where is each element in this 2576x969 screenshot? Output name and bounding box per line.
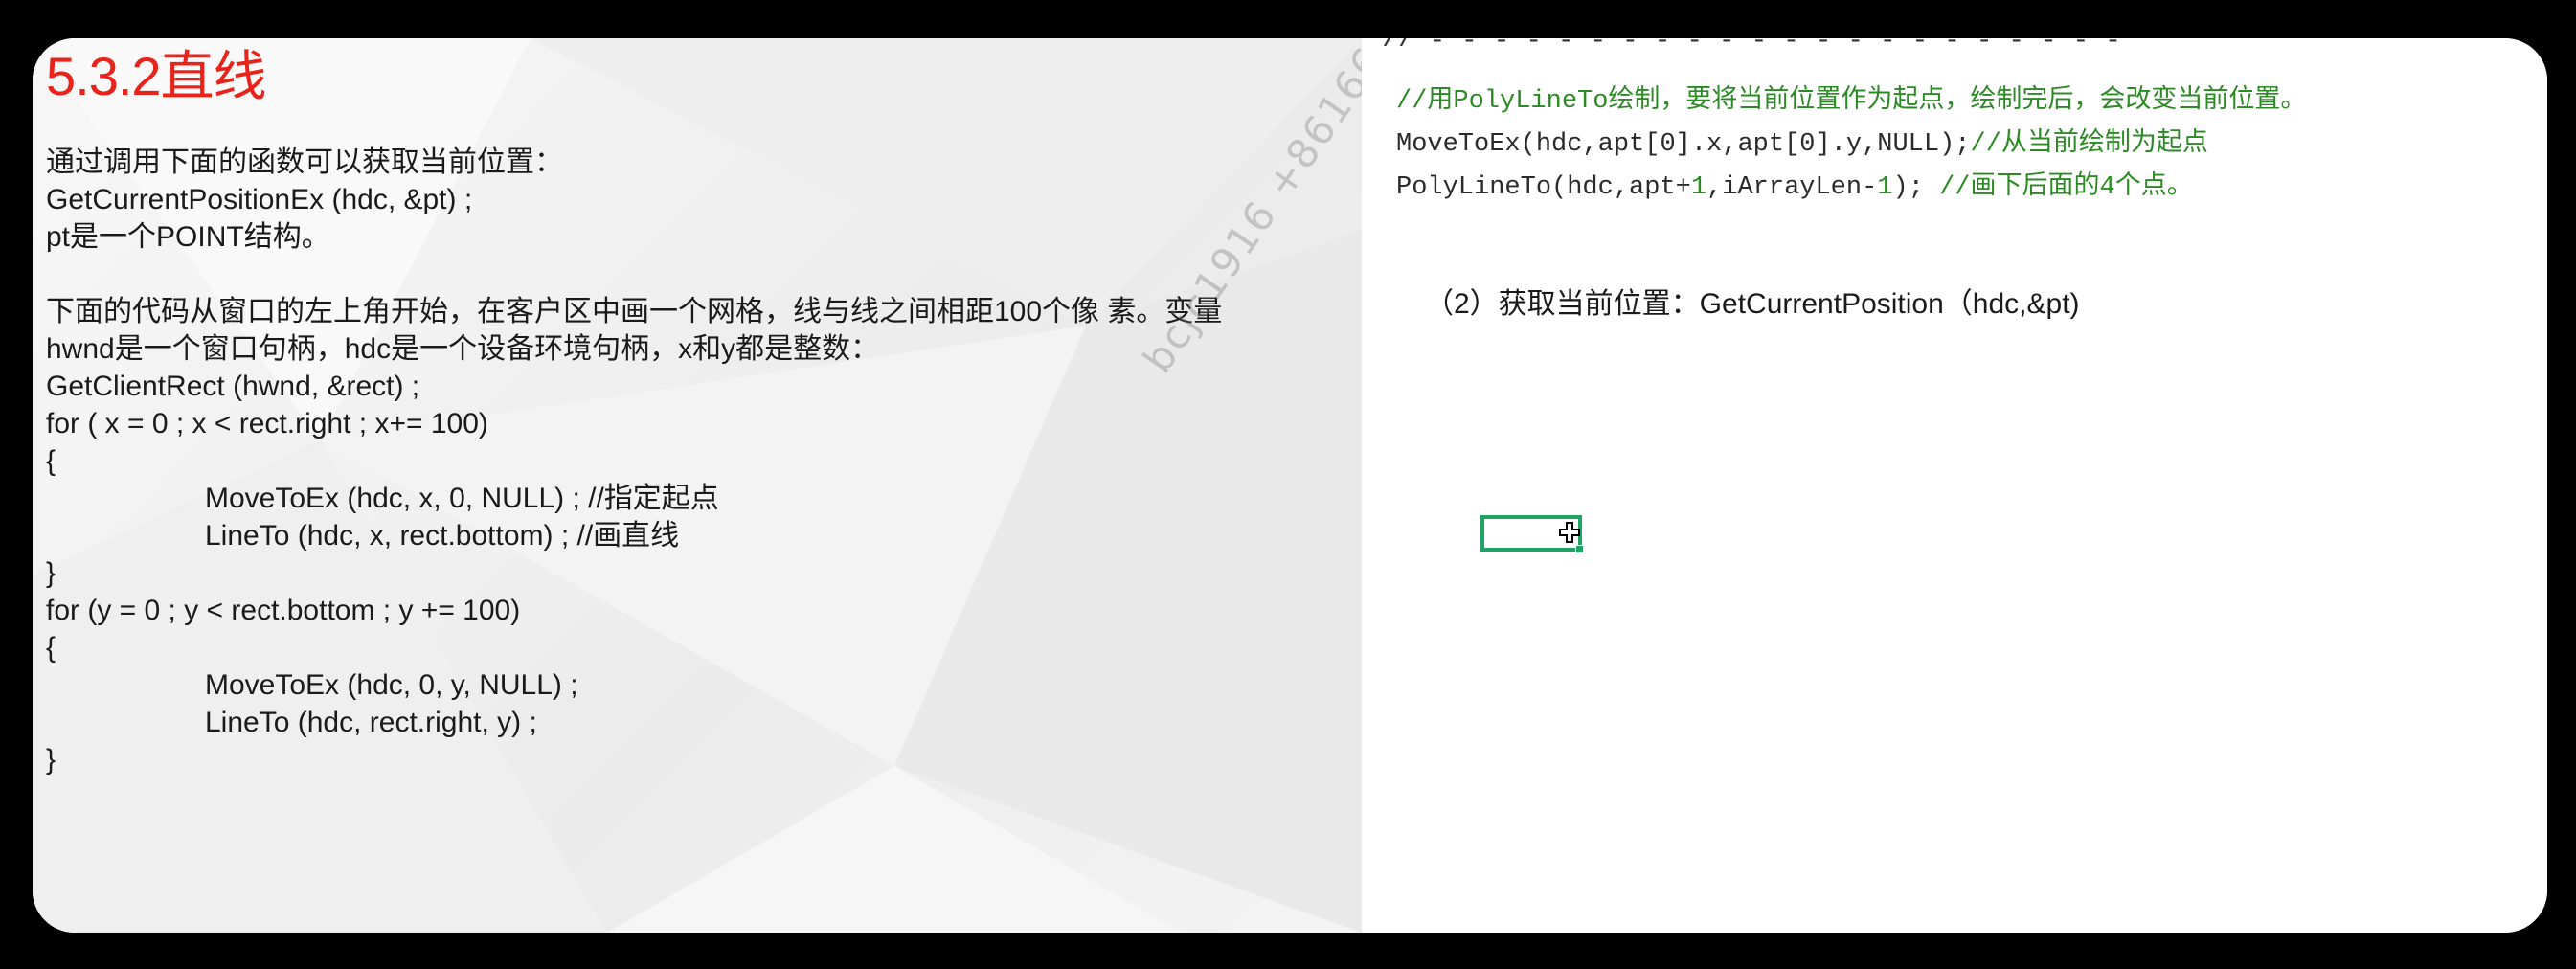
slide-line: {	[46, 445, 56, 477]
code-statement: PolyLineTo(hdc,apt+	[1396, 173, 1691, 202]
fill-handle[interactable]	[1575, 545, 1584, 553]
slide-line: GetClientRect (hwnd, &rect) ;	[46, 371, 420, 402]
slide-line: 通过调用下面的函数可以获取当前位置：	[46, 146, 563, 178]
code-comment: //用PolyLineTo绘制，要将当前位置作为起点，绘制完后，会改变当前位置。	[1396, 87, 2307, 116]
code-number: 1	[1877, 173, 1893, 202]
slide-panel: 5.3.2直线 通过调用下面的函数可以获取当前位置： GetCurrentPosi…	[33, 38, 1362, 933]
slide-line: MoveToEx (hdc, 0, y, NULL) ;	[205, 669, 578, 701]
code-line-1: //用PolyLineTo绘制，要将当前位置作为起点，绘制完后，会改变当前位置。	[1396, 80, 2306, 124]
slide-line: LineTo (hdc, x, rect.bottom) ; //画直线	[205, 520, 680, 552]
code-statement: );	[1892, 173, 1940, 202]
slide-line: {	[46, 632, 56, 664]
code-line-2: MoveToEx(hdc,apt[0].x,apt[0].y,NULL);//从…	[1396, 124, 2306, 167]
slide-title: 5.3.2直线	[46, 46, 267, 106]
code-comment: //画下后面的4个点。	[1939, 173, 2193, 202]
code-block: //用PolyLineTo绘制，要将当前位置作为起点，绘制完后，会改变当前位置。…	[1396, 80, 2306, 210]
section-heading: （2）获取当前位置：GetCurrentPosition（hdc,&pt)	[1425, 288, 2080, 320]
slide-line: for ( x = 0 ; x < rect.right ; x+= 100)	[46, 408, 488, 439]
app-window: 5.3.2直线 通过调用下面的函数可以获取当前位置： GetCurrentPosi…	[33, 38, 2547, 933]
slide-line: for (y = 0 ; y < rect.bottom ; y += 100)	[46, 595, 521, 626]
slide-line: MoveToEx (hdc, x, 0, NULL) ; //指定起点	[205, 483, 719, 514]
code-number: 1	[1690, 173, 1707, 202]
move-cross-icon	[1559, 522, 1580, 543]
slide-body: 通过调用下面的函数可以获取当前位置： GetCurrentPositionEx (…	[46, 144, 1348, 778]
slide-line: pt是一个POINT结构。	[46, 221, 330, 253]
slide-line: }	[46, 744, 56, 776]
code-comment: //从当前绘制为起点	[1970, 130, 2208, 159]
slide-line: }	[46, 557, 56, 589]
slide-line: GetCurrentPositionEx (hdc, &pt) ;	[46, 184, 473, 215]
clipped-text-line: // - - - - - - - - - - - - - - - - - - -…	[1381, 38, 2377, 46]
code-statement: MoveToEx(hdc,apt[0].x,apt[0].y,NULL);	[1396, 130, 1971, 159]
code-line-3: PolyLineTo(hdc,apt+1,iArrayLen-1); //画下后…	[1396, 167, 2306, 210]
screen-frame: 5.3.2直线 通过调用下面的函数可以获取当前位置： GetCurrentPosi…	[0, 0, 2576, 969]
code-statement: ,iArrayLen-	[1706, 173, 1878, 202]
notes-panel: // - - - - - - - - - - - - - - - - - - -…	[1362, 38, 2547, 933]
slide-line: LineTo (hdc, rect.right, y) ;	[205, 707, 537, 738]
